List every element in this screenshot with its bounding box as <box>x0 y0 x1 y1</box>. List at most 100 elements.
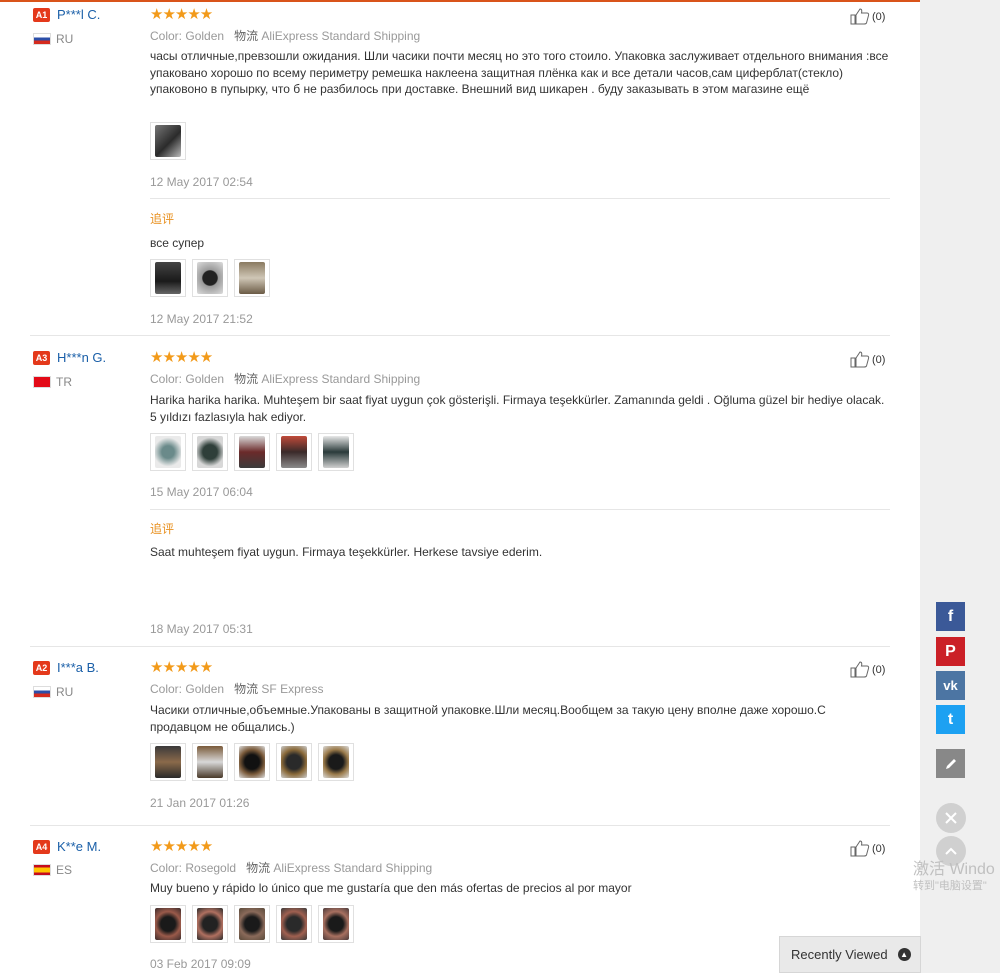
review-photos <box>150 743 354 781</box>
review-text: часы отличные,превзошли ожидания. Шли ча… <box>150 49 889 96</box>
country-code: RU <box>56 685 74 699</box>
shipping-value: SF Express <box>261 682 324 696</box>
followup-label: 追评 <box>150 212 175 226</box>
close-button[interactable] <box>936 803 966 833</box>
review-date: 21 Jan 2017 01:26 <box>150 796 250 810</box>
color-value: Golden <box>185 372 225 386</box>
close-icon <box>945 812 957 824</box>
review-text: Часики отличные,объемные.Упакованы в защ… <box>150 703 826 734</box>
reviewer-name[interactable]: P***l C. <box>57 7 100 22</box>
reviewer-name[interactable]: I***a B. <box>57 660 99 675</box>
order-meta: Color: Golden 物流 SF Express <box>150 680 323 697</box>
review-photo[interactable] <box>192 743 228 781</box>
like-count: (0) <box>872 353 886 366</box>
review-photo[interactable] <box>150 905 186 943</box>
shipping-label: 物流 <box>234 682 259 696</box>
review-text: Harika harika harika. Muhteşem bir saat … <box>150 393 885 424</box>
review-photo[interactable] <box>318 743 354 781</box>
followup-label: 追评 <box>150 522 175 536</box>
country-code: TR <box>56 375 72 389</box>
twitter-share-button[interactable]: t <box>936 705 965 734</box>
followup-text: Saat muhteşem fiyat uygun. Firmaya teşek… <box>150 545 543 559</box>
flag-tr-icon <box>33 376 51 388</box>
order-meta: Color: Rosegold 物流 AliExpress Standard Sh… <box>150 859 432 876</box>
review-photo[interactable] <box>276 743 312 781</box>
review-photos <box>150 905 354 943</box>
review-photo[interactable] <box>150 743 186 781</box>
shipping-label: 物流 <box>234 372 259 386</box>
review-divider <box>30 335 890 336</box>
review-photos <box>150 122 186 160</box>
followup-divider <box>150 509 890 510</box>
rating-stars: ★★★★★ <box>150 838 213 855</box>
pinterest-icon: P <box>945 642 956 660</box>
rating-stars: ★★★★★ <box>150 6 213 23</box>
facebook-icon: f <box>947 607 954 625</box>
color-label: Color: <box>150 682 183 696</box>
windows-activation-watermark: 激活 Windo <box>913 861 995 878</box>
followup-text: все супер <box>150 236 205 250</box>
vk-icon: vk <box>943 678 958 693</box>
color-value: Golden <box>185 682 225 696</box>
review-photo[interactable] <box>234 433 270 471</box>
review-photo[interactable] <box>318 905 354 943</box>
twitter-icon: t <box>947 710 954 728</box>
facebook-share-button[interactable]: f <box>936 602 965 631</box>
review-photo[interactable] <box>234 905 270 943</box>
review-date: 15 May 2017 06:04 <box>150 485 253 499</box>
pinterest-share-button[interactable]: P <box>936 637 965 666</box>
review-photo[interactable] <box>192 259 228 297</box>
order-meta: Color: Golden 物流 AliExpress Standard Ship… <box>150 27 420 44</box>
flag-es-icon <box>33 864 51 876</box>
review-photo[interactable] <box>276 905 312 943</box>
vk-share-button[interactable]: vk <box>936 671 965 700</box>
like-button[interactable]: (0) <box>850 661 885 678</box>
thumbs-up-icon <box>850 8 870 25</box>
review-photo[interactable] <box>318 433 354 471</box>
followup-photos <box>150 259 270 297</box>
like-count: (0) <box>872 663 886 676</box>
followup-date: 12 May 2017 21:52 <box>150 312 253 326</box>
user-level-badge: A4 <box>33 840 50 854</box>
shipping-value: AliExpress Standard Shipping <box>261 372 421 386</box>
color-value: Golden <box>185 29 225 43</box>
review-photo[interactable] <box>192 905 228 943</box>
color-label: Color: <box>150 372 183 386</box>
review-photos <box>150 433 354 471</box>
rating-stars: ★★★★★ <box>150 659 213 676</box>
followup-date: 18 May 2017 05:31 <box>150 622 253 636</box>
order-meta: Color: Golden 物流 AliExpress Standard Ship… <box>150 370 420 387</box>
reviewer-name[interactable]: H***n G. <box>57 350 106 365</box>
review-photo[interactable] <box>234 743 270 781</box>
windows-activation-watermark-sub: 转到"电脑设置" <box>913 880 987 892</box>
like-button[interactable]: (0) <box>850 8 885 25</box>
review-date: 03 Feb 2017 09:09 <box>150 957 251 971</box>
review-divider <box>30 646 890 647</box>
like-button[interactable]: (0) <box>850 840 885 857</box>
review-photo[interactable] <box>150 122 186 160</box>
reviewer-name[interactable]: K**e M. <box>57 839 101 854</box>
thumbs-up-icon <box>850 661 870 678</box>
user-level-badge: A2 <box>33 661 50 675</box>
followup-divider <box>150 198 890 199</box>
review-divider <box>30 825 890 826</box>
thumbs-up-icon <box>850 351 870 368</box>
chevron-up-icon: ▲ <box>897 948 911 961</box>
user-level-badge: A3 <box>33 351 50 365</box>
top-accent-line <box>0 0 920 2</box>
review-photo[interactable] <box>150 433 186 471</box>
edit-button[interactable] <box>936 749 965 778</box>
user-level-badge: A1 <box>33 8 50 22</box>
like-count: (0) <box>872 10 886 23</box>
review-photo[interactable] <box>150 259 186 297</box>
shipping-label: 物流 <box>246 861 271 875</box>
review-photo[interactable] <box>276 433 312 471</box>
like-button[interactable]: (0) <box>850 351 885 368</box>
chevron-up-icon <box>945 847 957 855</box>
flag-ru-icon <box>33 33 51 45</box>
review-photo[interactable] <box>192 433 228 471</box>
review-photo[interactable] <box>234 259 270 297</box>
recently-viewed-tab[interactable]: Recently Viewed ▲ <box>779 936 921 973</box>
color-label: Color: <box>150 861 183 875</box>
color-value: Rosegold <box>185 861 237 875</box>
